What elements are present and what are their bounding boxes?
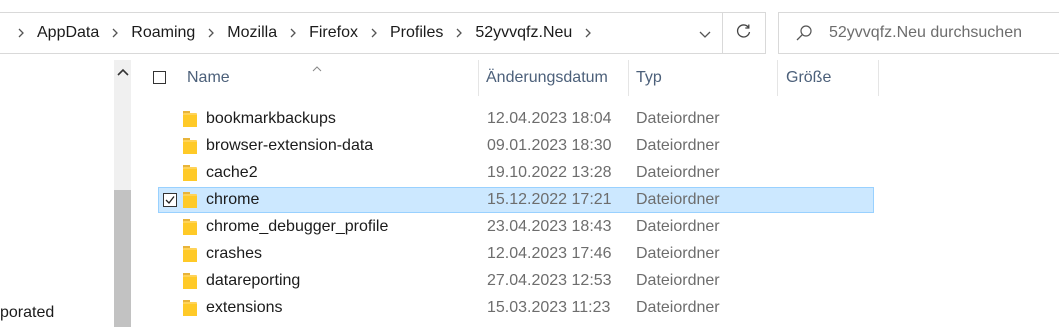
file-modified: 12.04.2023 18:04	[487, 110, 612, 127]
chevron-down-icon[interactable]	[698, 27, 712, 41]
breadcrumb-item-firefox[interactable]: Firefox	[309, 24, 358, 42]
file-row[interactable]: cache2 19.10.2022 13:28 Dateiordner	[131, 160, 1059, 187]
column-header-name[interactable]: Name	[187, 69, 230, 87]
file-modified: 12.04.2023 17:46	[487, 245, 612, 262]
file-row[interactable]: chrome_debugger_profile 23.04.2023 18:43…	[131, 214, 1059, 241]
folder-icon	[183, 273, 197, 289]
nav-pane-scrollbar[interactable]	[114, 60, 131, 327]
column-header-type[interactable]: Typ	[636, 69, 662, 87]
file-modified: 27.04.2023 12:53	[487, 272, 612, 289]
file-name: chrome_debugger_profile	[206, 218, 389, 235]
search-icon	[795, 24, 813, 42]
column-divider[interactable]	[777, 60, 778, 96]
row-checkbox-checked[interactable]	[163, 193, 177, 207]
refresh-icon	[736, 23, 752, 44]
file-type: Dateiordner	[636, 218, 720, 235]
chevron-right-icon[interactable]	[452, 26, 466, 40]
chevron-right-icon[interactable]	[581, 26, 595, 40]
breadcrumb: AppData Roaming Mozilla Firefox Profiles…	[0, 24, 604, 42]
file-row-selected[interactable]: chrome 15.12.2022 17:21 Dateiordner	[131, 187, 1059, 214]
file-modified: 15.12.2022 17:21	[487, 191, 612, 208]
folder-icon	[183, 165, 197, 181]
chevron-right-icon[interactable]	[108, 26, 122, 40]
folder-icon	[183, 219, 197, 235]
file-modified: 19.10.2022 13:28	[487, 164, 612, 181]
file-type: Dateiordner	[636, 299, 720, 316]
file-row[interactable]: extensions 15.03.2023 11:23 Dateiordner	[131, 295, 1059, 322]
file-name: crashes	[206, 245, 263, 262]
sort-ascending-icon	[311, 60, 323, 72]
file-row[interactable]: crashes 12.04.2023 17:46 Dateiordner	[131, 241, 1059, 268]
column-divider[interactable]	[478, 60, 479, 96]
column-header-row: Name Änderungsdatum Typ Größe	[131, 60, 1059, 98]
file-name: datareporting	[206, 272, 301, 289]
file-modified: 09.01.2023 18:30	[487, 137, 612, 154]
scroll-up-button[interactable]	[114, 62, 131, 82]
file-type: Dateiordner	[636, 137, 720, 154]
column-header-size[interactable]: Größe	[786, 69, 831, 87]
refresh-button[interactable]	[723, 12, 766, 54]
chevron-right-icon[interactable]	[204, 26, 218, 40]
breadcrumb-item-mozilla[interactable]: Mozilla	[227, 24, 277, 42]
file-row[interactable]: bookmarkbackups 12.04.2023 18:04 Dateior…	[131, 106, 1059, 133]
file-name: chrome	[206, 191, 260, 208]
file-name: browser-extension-data	[206, 137, 374, 154]
file-type: Dateiordner	[636, 110, 720, 127]
file-name: bookmarkbackups	[206, 110, 336, 127]
breadcrumb-item-profile-folder[interactable]: 52yvvqfz.Neu	[475, 24, 572, 42]
column-header-modified[interactable]: Änderungsdatum	[486, 69, 608, 87]
file-type: Dateiordner	[636, 245, 720, 262]
chevron-right-icon[interactable]	[367, 26, 381, 40]
file-row[interactable]: browser-extension-data 09.01.2023 18:30 …	[131, 133, 1059, 160]
address-bar[interactable]: AppData Roaming Mozilla Firefox Profiles…	[0, 12, 723, 54]
select-all-checkbox[interactable]	[153, 71, 166, 84]
search-input[interactable]	[829, 24, 1059, 42]
chevron-right-icon[interactable]	[286, 26, 300, 40]
folder-icon	[183, 192, 197, 208]
file-modified: 23.04.2023 18:43	[487, 218, 612, 235]
file-list: bookmarkbackups 12.04.2023 18:04 Dateior…	[131, 106, 1059, 322]
breadcrumb-item-roaming[interactable]: Roaming	[131, 24, 195, 42]
column-divider[interactable]	[628, 60, 629, 96]
folder-icon	[183, 246, 197, 262]
chevron-up-icon	[116, 63, 129, 81]
file-type: Dateiordner	[636, 191, 720, 208]
file-name: extensions	[206, 299, 283, 316]
scroll-thumb[interactable]	[114, 190, 131, 327]
file-row[interactable]: datareporting 27.04.2023 12:53 Dateiordn…	[131, 268, 1059, 295]
folder-icon	[183, 300, 197, 316]
file-type: Dateiordner	[636, 272, 720, 289]
column-divider[interactable]	[878, 60, 879, 96]
search-box[interactable]	[778, 12, 1059, 54]
file-modified: 15.03.2023 11:23	[487, 299, 611, 316]
file-name: cache2	[206, 164, 258, 181]
file-type: Dateiordner	[636, 164, 720, 181]
breadcrumb-item-appdata[interactable]: AppData	[37, 24, 99, 42]
folder-icon	[183, 111, 197, 127]
nav-pane-item[interactable]: porated	[0, 304, 60, 322]
chevron-right-icon[interactable]	[14, 26, 28, 40]
breadcrumb-item-profiles[interactable]: Profiles	[390, 24, 443, 42]
folder-icon	[183, 138, 197, 154]
